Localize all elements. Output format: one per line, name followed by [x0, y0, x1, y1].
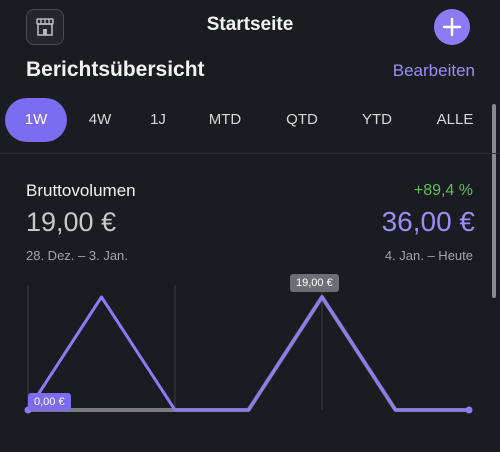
plus-icon: [442, 17, 462, 37]
chart-svg: [24, 285, 473, 414]
tab-ytd[interactable]: YTD: [352, 98, 402, 142]
tab-1j[interactable]: 1J: [138, 98, 178, 142]
previous-value: 19,00 €: [26, 207, 117, 237]
max-value-label: 19,00 €: [290, 274, 339, 292]
end-point: [465, 406, 473, 414]
current-period: 4. Jan. – Heute: [384, 248, 473, 263]
divider: [0, 153, 500, 154]
tab-qtd[interactable]: QTD: [276, 98, 328, 142]
edit-button[interactable]: Bearbeiten: [393, 61, 475, 81]
previous-period: 28. Dez. – 3. Jan.: [26, 248, 128, 263]
section-title: Berichtsübersicht: [26, 58, 205, 81]
page-title: Startseite: [206, 14, 294, 35]
current-value: 36,00 €: [381, 206, 475, 237]
series-line-0: [26, 295, 469, 412]
tab-alle[interactable]: ALLE: [428, 98, 482, 142]
add-button[interactable]: [434, 9, 470, 45]
min-value-label: 0,00 €: [28, 393, 71, 411]
tab-mtd[interactable]: MTD: [199, 98, 251, 142]
tab-4w[interactable]: 4W: [78, 98, 122, 142]
metric-change-badge: +89,4 %: [413, 182, 473, 199]
top-bar: Startseite: [0, 0, 500, 54]
period-tabs: 1W 4W 1J MTD QTD YTD ALLE: [0, 98, 490, 142]
series-line-1: [28, 295, 469, 412]
tab-1w[interactable]: 1W: [5, 98, 67, 142]
volume-chart[interactable]: 19,00 € 0,00 €: [0, 274, 500, 447]
metric-title: Bruttovolumen: [26, 181, 136, 200]
scrollbar[interactable]: [492, 104, 496, 298]
